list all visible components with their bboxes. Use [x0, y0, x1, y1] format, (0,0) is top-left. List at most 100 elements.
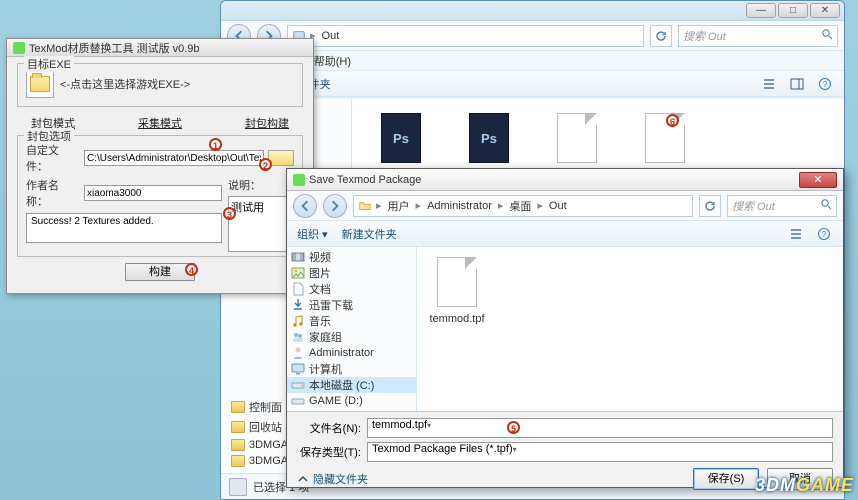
refresh-button[interactable] [650, 25, 672, 47]
tree-item[interactable]: Administrator [287, 345, 416, 361]
folder-icon [231, 439, 245, 451]
folder-icon [231, 455, 245, 467]
list-icon [789, 227, 803, 241]
note-label: 说明： [228, 177, 262, 193]
sidebar-item[interactable]: 控制面 [231, 399, 288, 415]
folder-icon [30, 76, 50, 92]
save-file-pane[interactable]: temmod.tpf [417, 247, 843, 411]
type-label: 保存类型(T): [297, 444, 361, 460]
preview-pane-button[interactable] [788, 75, 806, 93]
video-icon [291, 250, 305, 264]
sidebar-item[interactable]: 回收站 [231, 419, 288, 435]
save-title: Save Texmod Package [309, 174, 799, 186]
save-titlebar[interactable]: Save Texmod Package ✕ [287, 169, 843, 191]
watermark: 3DMGAME [755, 475, 854, 496]
tree-item[interactable]: 家庭组 [287, 329, 416, 345]
note-textarea[interactable]: 测试用 [228, 196, 294, 252]
filename-input[interactable]: temmod.tpf▾ [367, 418, 833, 438]
tree-item[interactable]: 文档 [287, 281, 416, 297]
tree-item-selected[interactable]: 本地磁盘 (C:) [287, 377, 416, 393]
annotation-6: 6 [666, 114, 679, 127]
save-breadcrumb[interactable]: ▸用户 ▸Administrator ▸桌面 ▸Out [353, 195, 693, 217]
tree-item[interactable]: GAME (D:) [287, 393, 416, 409]
menu-help[interactable]: 帮助(H) [314, 53, 351, 69]
type-select[interactable]: Texmod Package Files (*.tpf)▾ [367, 442, 833, 462]
author-label: 作者名称： [26, 177, 80, 209]
crumb-out[interactable]: Out [320, 30, 342, 42]
documents-icon [291, 282, 305, 296]
folder-icon [358, 199, 372, 213]
tree-item[interactable]: 计算机 [287, 361, 416, 377]
sidebar-item[interactable]: 3DMGA [231, 439, 288, 451]
help-icon: ? [818, 77, 832, 91]
status-output: Success! 2 Textures added. [26, 213, 222, 243]
annotation-3: 3 [223, 207, 236, 220]
browse-exe-button[interactable] [26, 70, 54, 98]
document-icon [645, 113, 685, 163]
newfolder-button[interactable]: 新建文件夹 [342, 226, 397, 242]
minimize-button[interactable]: — [746, 3, 776, 18]
tree-item[interactable]: 音乐 [287, 313, 416, 329]
annotation-2: 2 [259, 158, 272, 171]
document-icon [557, 113, 597, 163]
svg-text:?: ? [823, 80, 828, 89]
breadcrumb[interactable]: ▸ Out [287, 25, 644, 47]
arrow-left-icon [299, 200, 311, 212]
folder-icon [231, 421, 245, 433]
music-icon [291, 314, 305, 328]
user-icon [291, 346, 305, 360]
pack-legend: 封包选项 [24, 128, 74, 144]
hide-folders-toggle[interactable]: 隐藏文件夹 [297, 471, 368, 487]
refresh-icon [655, 30, 667, 42]
tree-item[interactable]: 迅雷下载 [287, 297, 416, 313]
pictures-icon [291, 266, 305, 280]
help-button[interactable]: ? [815, 225, 833, 243]
organize-button[interactable]: 组织 ▾ [297, 226, 328, 242]
status-icon [229, 478, 247, 496]
explorer-titlebar[interactable]: — □ ✕ [221, 1, 844, 21]
view-options-button[interactable] [787, 225, 805, 243]
select-exe-hint[interactable]: <-点击这里选择游戏EXE-> [60, 76, 190, 92]
close-button[interactable]: ✕ [810, 3, 840, 18]
target-exe-group: 目标EXE <-点击这里选择游戏EXE-> [17, 63, 303, 107]
sidebar-item[interactable]: 3DMGA [231, 455, 288, 467]
save-nav-row: ▸用户 ▸Administrator ▸桌面 ▸Out 搜索 Out [287, 191, 843, 221]
refresh-button[interactable] [699, 195, 721, 217]
nav-back-button[interactable] [293, 194, 317, 218]
help-button[interactable]: ? [816, 75, 834, 93]
search-icon [821, 28, 833, 43]
explorer-search[interactable]: 搜索 Out [678, 25, 838, 47]
save-toolbar: 组织 ▾ 新建文件夹 ? [287, 221, 843, 247]
psd-icon: Ps [469, 113, 509, 163]
tree-item[interactable]: 图片 [287, 265, 416, 281]
maximize-button[interactable]: □ [778, 3, 808, 18]
app-icon [293, 174, 305, 186]
save-button[interactable]: 保存(S) [693, 468, 759, 490]
search-icon [820, 198, 832, 213]
deffile-input[interactable] [84, 150, 264, 166]
file-item[interactable]: temmod.tpf [427, 257, 487, 325]
downloads-icon [291, 298, 305, 312]
author-input[interactable] [84, 185, 222, 201]
texmod-titlebar[interactable]: TexMod材质替换工具 测试版 v0.9b [7, 39, 313, 57]
view-options-button[interactable] [760, 75, 778, 93]
texmod-title: TexMod材质替换工具 测试版 v0.9b [29, 40, 200, 56]
list-icon [762, 77, 776, 91]
close-button[interactable]: ✕ [799, 172, 837, 188]
texmod-window: TexMod材质替换工具 测试版 v0.9b 目标EXE <-点击这里选择游戏E… [6, 38, 314, 294]
chevron-up-icon [297, 473, 309, 485]
explorer-nav-row: ▸ Out 搜索 Out [221, 21, 844, 51]
target-legend: 目标EXE [24, 56, 74, 72]
tab-capture[interactable]: 采集模式 [138, 115, 182, 131]
tree-item[interactable]: 视频 [287, 249, 416, 265]
annotation-5: 5 [507, 421, 520, 434]
arrow-right-icon [329, 200, 341, 212]
folder-icon [231, 401, 245, 413]
folder-tree[interactable]: 视频 图片 文档 迅雷下载 音乐 家庭组 Administrator 计算机 本… [287, 247, 417, 411]
pack-options-group: 封包选项 自定文件： 作者名称： Success! 2 Textures add… [17, 135, 303, 257]
tab-build[interactable]: 封包构建 [245, 115, 289, 131]
nav-forward-button[interactable] [323, 194, 347, 218]
help-icon: ? [817, 227, 831, 241]
computer-icon [291, 362, 305, 376]
save-search[interactable]: 搜索 Out [727, 195, 837, 217]
